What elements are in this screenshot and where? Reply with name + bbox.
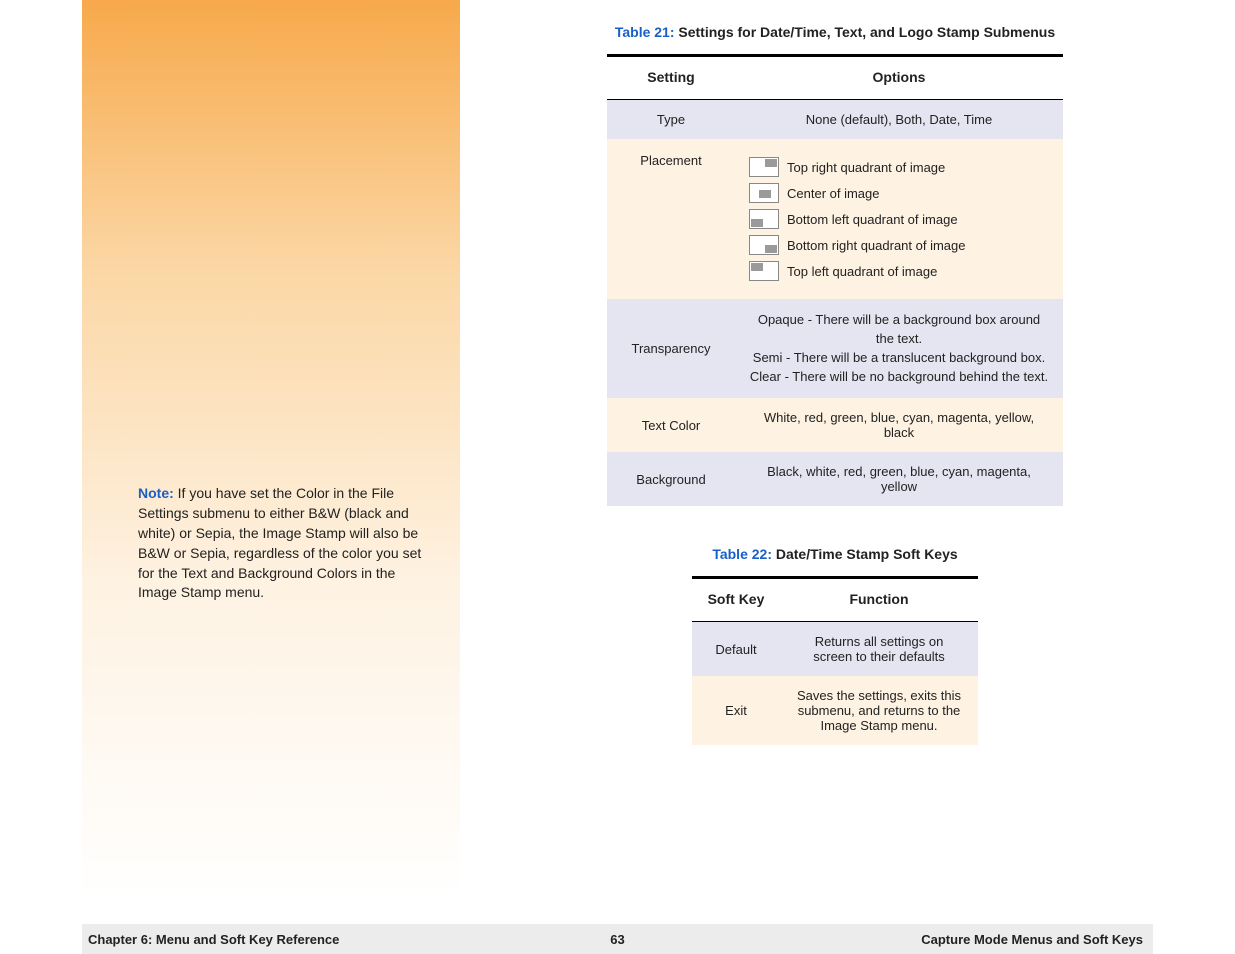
cell-options: White, red, green, blue, cyan, magenta, …: [735, 398, 1063, 452]
placement-options: Top right quadrant of image Center of im…: [749, 157, 1049, 281]
transparency-line: Clear - There will be no background behi…: [749, 368, 1049, 387]
table-row: Type None (default), Both, Date, Time: [607, 100, 1063, 140]
placement-option: Top right quadrant of image: [749, 157, 1049, 177]
cell-setting: Placement: [607, 139, 735, 299]
page: Note: If you have set the Color in the F…: [0, 0, 1235, 954]
cell-softkey: Exit: [692, 676, 780, 745]
footer-left: Chapter 6: Menu and Soft Key Reference: [88, 932, 339, 947]
placement-thumb-bottom-left-icon: [749, 209, 779, 229]
note-label: Note:: [138, 485, 174, 501]
table-row: Transparency Opaque - There will be a ba…: [607, 299, 1063, 398]
placement-label: Bottom right quadrant of image: [787, 238, 966, 253]
cell-function: Saves the settings, exits this submenu, …: [780, 676, 978, 745]
placement-thumb-top-right-icon: [749, 157, 779, 177]
cell-setting: Text Color: [607, 398, 735, 452]
placement-thumb-bottom-right-icon: [749, 235, 779, 255]
table22-number: Table 22:: [712, 546, 772, 562]
placement-thumb-center-icon: [749, 183, 779, 203]
table22-head-key: Soft Key: [692, 578, 780, 622]
placement-label: Center of image: [787, 186, 880, 201]
table22-title: Date/Time Stamp Soft Keys: [772, 546, 958, 562]
table21-caption: Table 21: Settings for Date/Time, Text, …: [460, 24, 1210, 40]
page-footer: Chapter 6: Menu and Soft Key Reference 6…: [82, 924, 1153, 954]
note-text: If you have set the Color in the File Se…: [138, 485, 421, 600]
placement-option: Bottom left quadrant of image: [749, 209, 1049, 229]
table-row: Placement Top right quadrant of image Ce…: [607, 139, 1063, 299]
note-block: Note: If you have set the Color in the F…: [138, 484, 428, 603]
placement-label: Top right quadrant of image: [787, 160, 945, 175]
table-row: Background Black, white, red, green, blu…: [607, 452, 1063, 506]
table21-header-row: Setting Options: [607, 56, 1063, 100]
table21-number: Table 21:: [615, 24, 675, 40]
table22-head-func: Function: [780, 578, 978, 622]
table21: Setting Options Type None (default), Bot…: [607, 54, 1063, 506]
cell-function: Returns all settings on screen to their …: [780, 622, 978, 677]
content-area: Table 21: Settings for Date/Time, Text, …: [460, 0, 1235, 745]
placement-option: Top left quadrant of image: [749, 261, 1049, 281]
cell-setting: Type: [607, 100, 735, 140]
table-row: Text Color White, red, green, blue, cyan…: [607, 398, 1063, 452]
table22-header-row: Soft Key Function: [692, 578, 978, 622]
transparency-line: Semi - There will be a translucent backg…: [749, 349, 1049, 368]
cell-options: Top right quadrant of image Center of im…: [735, 139, 1063, 299]
cell-setting: Transparency: [607, 299, 735, 398]
transparency-line: Opaque - There will be a background box …: [749, 311, 1049, 349]
table22-caption: Table 22: Date/Time Stamp Soft Keys: [460, 546, 1210, 562]
cell-options: None (default), Both, Date, Time: [735, 100, 1063, 140]
sidebar-gradient: Note: If you have set the Color in the F…: [82, 0, 460, 900]
placement-label: Bottom left quadrant of image: [787, 212, 958, 227]
table-row: Exit Saves the settings, exits this subm…: [692, 676, 978, 745]
table22: Soft Key Function Default Returns all se…: [692, 576, 978, 745]
placement-thumb-top-left-icon: [749, 261, 779, 281]
cell-options: Black, white, red, green, blue, cyan, ma…: [735, 452, 1063, 506]
footer-page-number: 63: [610, 932, 624, 947]
placement-label: Top left quadrant of image: [787, 264, 937, 279]
table21-head-options: Options: [735, 56, 1063, 100]
placement-option: Bottom right quadrant of image: [749, 235, 1049, 255]
cell-setting: Background: [607, 452, 735, 506]
table-row: Default Returns all settings on screen t…: [692, 622, 978, 677]
placement-option: Center of image: [749, 183, 1049, 203]
footer-right: Capture Mode Menus and Soft Keys: [921, 932, 1143, 947]
table21-head-setting: Setting: [607, 56, 735, 100]
cell-softkey: Default: [692, 622, 780, 677]
table21-title: Settings for Date/Time, Text, and Logo S…: [675, 24, 1056, 40]
cell-options: Opaque - There will be a background box …: [735, 299, 1063, 398]
